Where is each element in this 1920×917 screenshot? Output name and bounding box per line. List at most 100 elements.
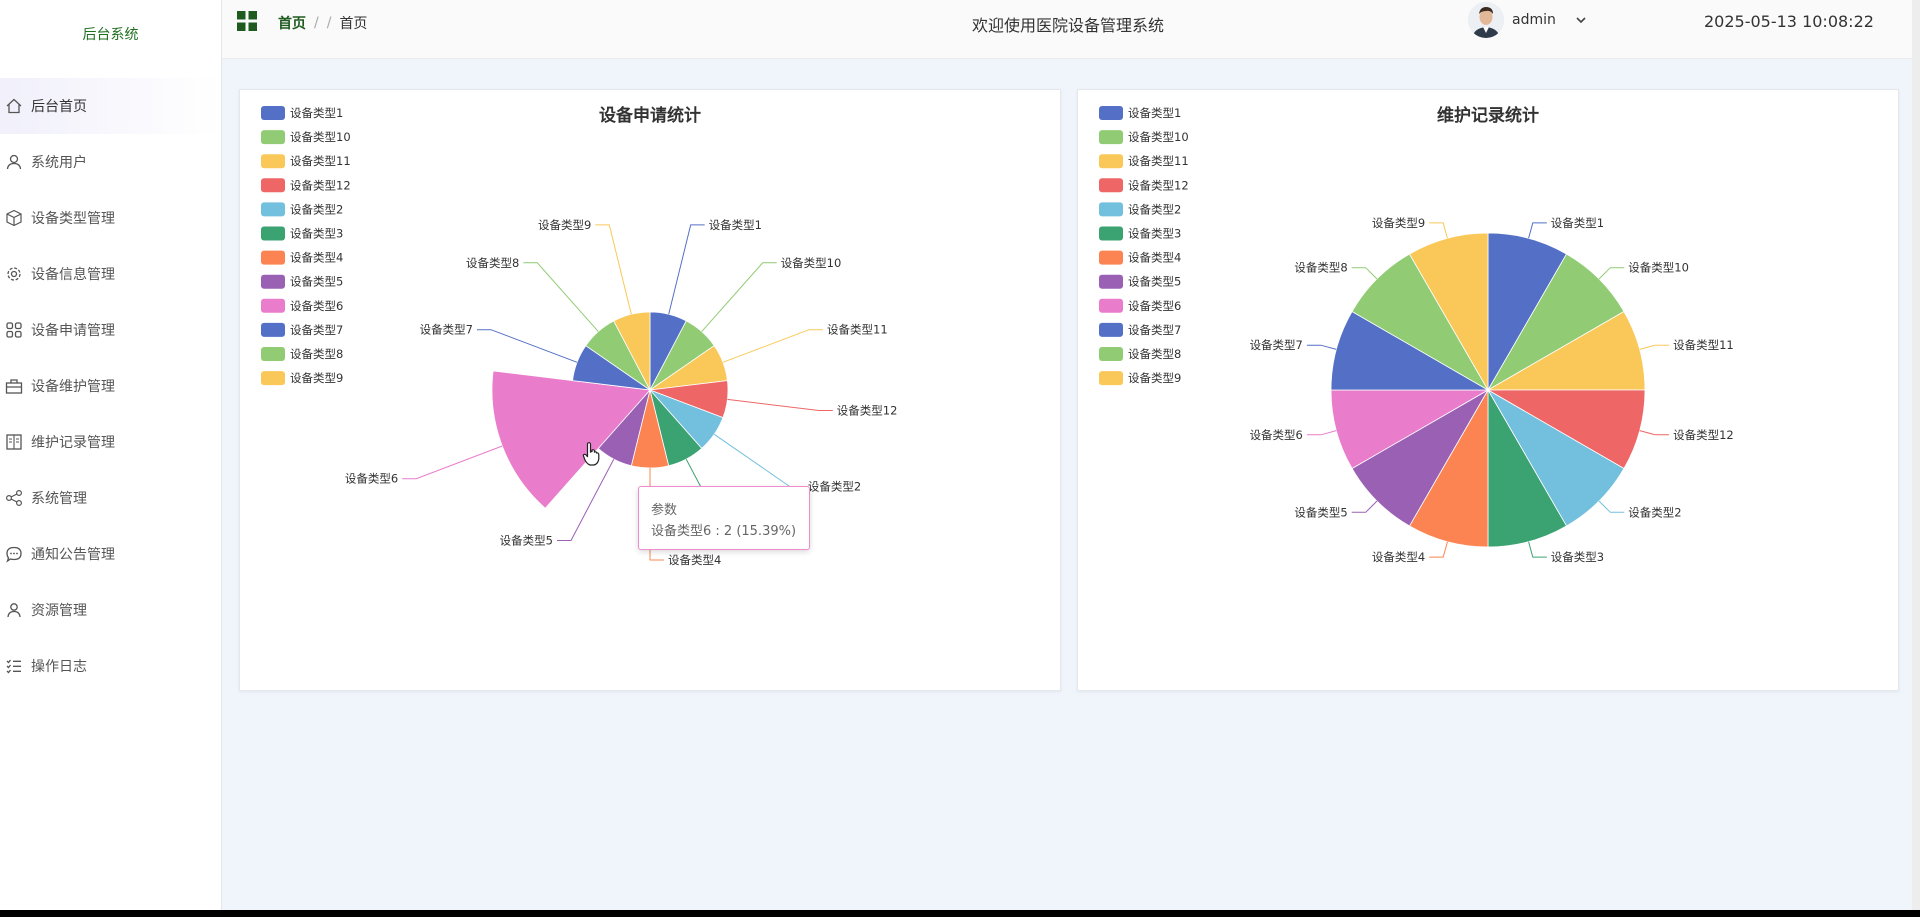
device-application-chart-card: 设备申请统计 设备类型1 设备类型10 设备类型11 设备类型12 设备类型2 设备类型3 设… — [239, 89, 1061, 691]
label-leader-line — [1306, 344, 1337, 350]
label-leader-line — [595, 224, 632, 315]
label-leader-line — [1351, 267, 1378, 280]
slice-label: 设备类型9 — [538, 218, 591, 232]
legend-item[interactable]: 设备类型12 — [261, 178, 351, 193]
label-leader-line — [1639, 344, 1670, 350]
legend-label: 设备类型8 — [290, 347, 343, 361]
legend-label: 设备类型12 — [1128, 178, 1189, 192]
breadcrumb-home[interactable]: 首页 — [278, 13, 306, 33]
sidebar-item[interactable]: 系统管理 — [0, 470, 221, 526]
legend-item[interactable]: 设备类型9 — [261, 371, 343, 386]
legend-label: 设备类型1 — [1128, 106, 1181, 120]
label-leader-line — [1528, 222, 1547, 239]
legend-swatch — [261, 226, 285, 241]
sidebar-item[interactable]: 设备信息管理 — [0, 246, 221, 302]
slice-label: 设备类型7 — [420, 323, 473, 337]
legend-swatch — [1099, 202, 1123, 217]
sidebar-item-label: 系统用户 — [31, 155, 87, 171]
legend-label: 设备类型3 — [1128, 227, 1181, 241]
sidebar-item[interactable]: 维护记录管理 — [0, 414, 221, 470]
slice-label: 设备类型7 — [1250, 338, 1303, 352]
toolbox-icon — [3, 375, 25, 397]
slice-label: 设备类型6 — [345, 472, 398, 486]
breadcrumb: 首页 / / 首页 — [278, 13, 367, 33]
sidebar-item-label: 资源管理 — [31, 603, 87, 619]
sidebar-item[interactable]: 操作日志 — [0, 638, 221, 694]
legend-label: 设备类型6 — [1128, 299, 1181, 313]
sidebar-item[interactable]: 通知公告管理 — [0, 526, 221, 582]
sidebar-item[interactable]: 系统用户 — [0, 134, 221, 190]
sidebar-item[interactable]: 后台首页 — [0, 78, 221, 134]
legend-item[interactable]: 设备类型7 — [261, 322, 343, 337]
sidebar-item-label: 后台首页 — [31, 99, 87, 115]
sidebar-item[interactable]: 设备维护管理 — [0, 358, 221, 414]
legend-item[interactable]: 设备类型1 — [1099, 106, 1181, 120]
sidebar-item[interactable]: 资源管理 — [0, 582, 221, 638]
chevron-down-icon[interactable] — [1574, 13, 1588, 27]
label-leader-line — [523, 262, 599, 332]
legend-item[interactable]: 设备类型3 — [1099, 226, 1181, 241]
legend-swatch — [261, 347, 285, 361]
top-header: 首页 / / 首页 欢迎使用医院设备管理系统 admin 2025-05-13 … — [222, 0, 1920, 59]
legend-label: 设备类型11 — [290, 154, 351, 168]
sidebar: 后台系统 后台首页 系统用户 设备类型管理 设备信息管理 设备申请管理 设备维护管理 维护记… — [0, 0, 222, 910]
sidebar-item[interactable]: 设备申请管理 — [0, 302, 221, 358]
legend-item[interactable]: 设备类型5 — [1099, 274, 1181, 289]
legend-label: 设备类型4 — [290, 251, 343, 265]
legend-item[interactable]: 设备类型2 — [1099, 202, 1181, 217]
chart-title: 设备申请统计 — [599, 105, 701, 126]
legend-swatch — [1099, 347, 1123, 361]
legend-swatch — [1099, 250, 1123, 265]
avatar[interactable] — [1468, 2, 1504, 38]
legend-item[interactable]: 设备类型8 — [261, 347, 343, 361]
label-leader-line — [1306, 430, 1337, 436]
legend-item[interactable]: 设备类型10 — [261, 130, 351, 145]
sidebar-item-label: 系统管理 — [31, 491, 87, 507]
sidebar-item-label: 维护记录管理 — [31, 435, 115, 451]
legend-item[interactable]: 设备类型10 — [1099, 130, 1189, 145]
label-leader-line — [1639, 430, 1670, 436]
slice-label: 设备类型11 — [1673, 338, 1734, 352]
legend-swatch — [1099, 274, 1123, 289]
grid-menu-icon[interactable] — [236, 10, 258, 32]
scrollbar-track[interactable] — [1912, 0, 1920, 910]
legend-item[interactable]: 设备类型3 — [261, 226, 343, 241]
legend-swatch — [261, 322, 285, 337]
tooltip-title: 参数 — [651, 503, 678, 518]
legend-item[interactable]: 设备类型8 — [1099, 347, 1181, 361]
legend-item[interactable]: 设备类型2 — [261, 202, 343, 217]
sidebar-menu: 后台首页系统用户设备类型管理设备信息管理设备申请管理设备维护管理维护记录管理 系统… — [0, 78, 221, 694]
legend-swatch — [261, 130, 285, 145]
legend-item[interactable]: 设备类型7 — [1099, 322, 1181, 337]
sidebar-item-label: 设备申请管理 — [31, 323, 115, 339]
mouse-pointer-icon — [582, 442, 600, 466]
datetime-display: 2025-05-13 10:08:22 — [1704, 12, 1874, 31]
sidebar-item-label: 设备类型管理 — [31, 211, 115, 227]
slice-label: 设备类型1 — [1551, 216, 1604, 230]
user-menu[interactable]: admin — [1468, 2, 1588, 38]
chat-icon — [3, 543, 25, 565]
legend-swatch — [261, 274, 285, 289]
label-leader-line — [722, 329, 823, 363]
legend-item[interactable]: 设备类型4 — [261, 250, 343, 265]
legend-swatch — [261, 298, 285, 313]
label-leader-line — [1598, 500, 1625, 513]
legend-item[interactable]: 设备类型12 — [1099, 178, 1189, 193]
legend-item[interactable]: 设备类型4 — [1099, 250, 1181, 265]
sidebar-item[interactable]: 设备类型管理 — [0, 190, 221, 246]
legend-item[interactable]: 设备类型1 — [261, 106, 343, 120]
legend-item[interactable]: 设备类型11 — [1099, 154, 1189, 169]
device-application-pie-chart: 设备申请统计 设备类型1 设备类型10 设备类型11 设备类型12 设备类型2 设备类型3 设… — [261, 105, 897, 567]
slice-label: 设备类型10 — [1628, 261, 1689, 275]
welcome-message: 欢迎使用医院设备管理系统 — [972, 16, 1165, 35]
cube-icon — [3, 207, 25, 229]
legend-item[interactable]: 设备类型11 — [261, 154, 351, 169]
breadcrumb-separator: / — [314, 15, 319, 31]
person-icon — [3, 599, 25, 621]
legend-item[interactable]: 设备类型6 — [261, 298, 343, 313]
label-leader-line — [1429, 541, 1448, 558]
legend-item[interactable]: 设备类型9 — [1099, 371, 1181, 386]
legend-item[interactable]: 设备类型6 — [1099, 298, 1181, 313]
legend-item[interactable]: 设备类型5 — [261, 274, 343, 289]
username[interactable]: admin — [1512, 12, 1556, 28]
